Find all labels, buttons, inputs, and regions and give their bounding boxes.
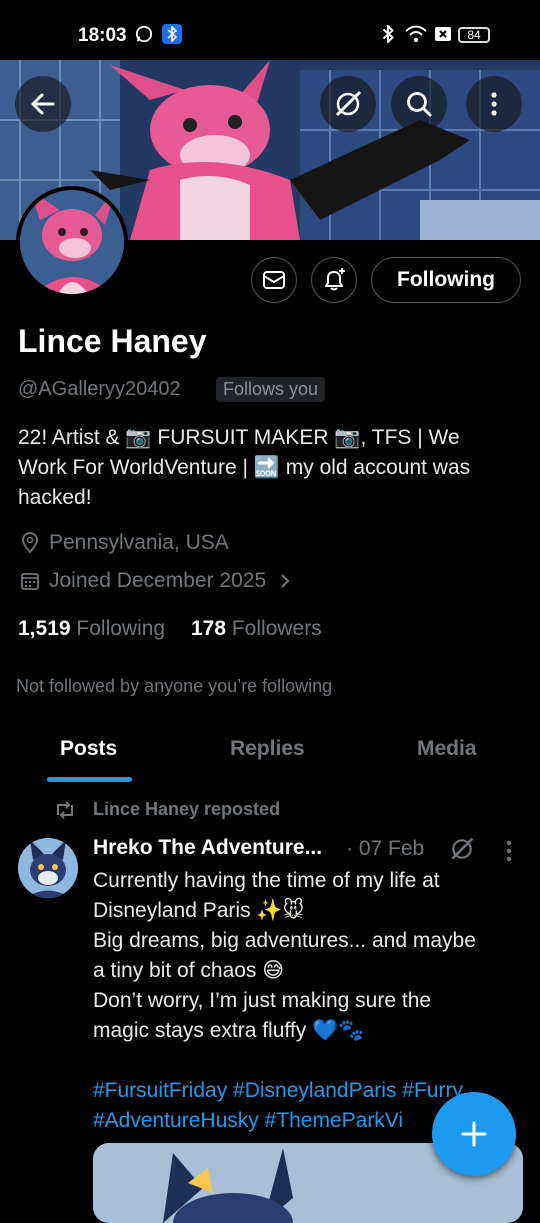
profile-avatar[interactable] — [16, 186, 128, 298]
status-bar: 18:03 84 — [0, 0, 540, 60]
follows-you-badge: Follows you — [216, 377, 326, 402]
calendar-icon — [21, 573, 39, 590]
post-line: Don’t worry, I’m just making sure the — [93, 989, 432, 1012]
followers-link[interactable]: 178 Followers — [191, 617, 322, 640]
joined-text: Joined December 2025 — [49, 569, 267, 592]
following-button[interactable]: Following — [371, 257, 521, 303]
notifications-button[interactable] — [311, 257, 357, 303]
tab-posts[interactable]: Posts — [60, 737, 117, 761]
post-avatar-image — [18, 838, 78, 898]
sim-icon — [433, 24, 453, 44]
following-count: 1,519 — [18, 617, 71, 640]
post-line: Currently having the time of my life at — [93, 869, 440, 892]
bio-line: 22! Artist & 📷 FURSUIT MAKER 📷, TFS | We — [18, 426, 460, 449]
profile-location: Pennsylvania, USA — [20, 531, 229, 555]
bell-plus-icon — [325, 268, 345, 291]
grok-button[interactable] — [320, 76, 376, 132]
bio-line: Work For WorldVenture | 🔜 my old account… — [18, 456, 471, 479]
plus-icon — [461, 1121, 487, 1147]
bluetooth-icon — [378, 24, 398, 44]
profile-name: Lince Haney — [18, 323, 207, 359]
bluetooth-app-icon — [162, 24, 182, 44]
post-more-icon[interactable] — [505, 840, 513, 867]
avatar-image — [20, 190, 124, 294]
status-time: 18:03 — [78, 25, 127, 46]
battery-indicator: 84 — [458, 27, 490, 43]
message-button[interactable] — [251, 257, 297, 303]
following-link[interactable]: 1,519 Following — [18, 617, 165, 640]
location-pin-icon — [22, 532, 38, 554]
post-author-avatar[interactable] — [18, 838, 78, 898]
following-label: Following — [76, 617, 166, 640]
grok-icon — [335, 90, 362, 117]
search-icon — [407, 92, 432, 117]
post-line: magic stays extra fluffy 💙🐾 — [93, 1019, 365, 1042]
post-line: Big dreams, big adventures... and maybe — [93, 929, 476, 952]
search-button[interactable] — [391, 76, 447, 132]
battery-level: 84 — [467, 28, 481, 42]
bio-line: hacked! — [18, 486, 92, 509]
post-line: a tiny bit of chaos 😅 — [93, 959, 285, 982]
location-text: Pennsylvania, USA — [49, 531, 229, 554]
more-options-button[interactable] — [466, 76, 522, 132]
message-icon — [263, 271, 285, 289]
not-followed-text: Not followed by anyone you’re following — [16, 676, 333, 696]
followers-label: Followers — [231, 617, 322, 640]
follow-counts: 1,519 Following 178 Followers — [18, 617, 322, 641]
wifi-icon — [404, 24, 428, 44]
back-arrow-icon — [31, 93, 55, 115]
chevron-right-icon — [281, 574, 290, 588]
compose-button[interactable] — [432, 1092, 516, 1176]
reposted-by[interactable]: Lince Haney reposted — [93, 799, 280, 820]
post-line: Disneyland Paris ✨🐭 — [93, 899, 305, 922]
whatsapp-icon — [134, 24, 154, 44]
tab-media[interactable]: Media — [417, 737, 477, 761]
back-button[interactable] — [15, 76, 71, 132]
post-author-name[interactable]: Hreko The Adventure... — [93, 836, 322, 860]
profile-joined[interactable]: Joined December 2025 — [20, 569, 292, 593]
post-body: Currently having the time of my life at … — [93, 866, 513, 1046]
profile-handle: @AGalleryy20402 — [18, 378, 181, 400]
repost-icon — [53, 800, 77, 825]
profile-bio: 22! Artist & 📷 FURSUIT MAKER 📷, TFS | We… — [18, 423, 523, 513]
post-date: · 07 Feb — [346, 837, 425, 860]
more-vertical-icon — [491, 92, 497, 116]
followers-count: 178 — [190, 617, 227, 640]
active-tab-indicator — [47, 777, 132, 782]
post-grok-icon[interactable] — [449, 836, 475, 867]
tab-replies[interactable]: Replies — [230, 737, 305, 761]
